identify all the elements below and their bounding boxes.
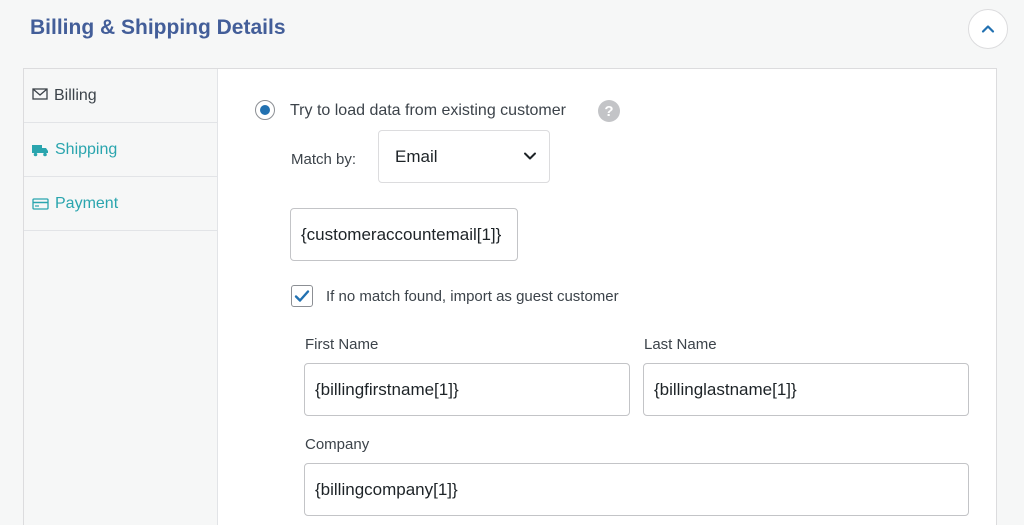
section-title: Billing & Shipping Details xyxy=(30,16,286,39)
sidebar-item-shipping[interactable]: Shipping xyxy=(24,123,217,177)
first-name-label: First Name xyxy=(305,336,379,353)
help-icon[interactable]: ? xyxy=(598,100,620,122)
envelope-icon xyxy=(32,88,48,100)
chevron-down-icon xyxy=(524,152,536,160)
first-name-input[interactable]: {billingfirstname[1]} xyxy=(304,363,630,416)
company-input[interactable]: {billingcompany[1]} xyxy=(304,463,969,516)
import-guest-label: If no match found, import as guest custo… xyxy=(326,288,619,305)
match-by-select[interactable]: Email xyxy=(378,130,550,183)
company-label: Company xyxy=(305,436,370,453)
checkmark-icon xyxy=(294,290,310,302)
load-existing-label: Try to load data from existing customer xyxy=(290,102,566,119)
last-name-label: Last Name xyxy=(644,336,717,353)
sidebar-item-label: Billing xyxy=(54,87,97,104)
load-existing-radio[interactable] xyxy=(255,100,275,120)
truck-icon xyxy=(32,144,48,156)
sidebar-item-label: Payment xyxy=(55,194,119,212)
chevron-up-icon xyxy=(981,25,995,33)
collapse-button[interactable] xyxy=(968,9,1008,49)
sidebar-item-label: Shipping xyxy=(55,140,118,158)
last-name-input[interactable]: {billinglastname[1]} xyxy=(643,363,969,416)
details-panel: Billing Shipping Payment Try to load dat… xyxy=(23,68,997,525)
import-guest-checkbox[interactable] xyxy=(291,285,313,307)
email-match-input[interactable]: {customeraccountemail[1]} xyxy=(290,208,518,261)
sidebar: Billing Shipping Payment xyxy=(24,69,218,525)
sidebar-item-billing[interactable]: Billing xyxy=(24,69,217,123)
sidebar-item-payment[interactable]: Payment xyxy=(24,177,217,231)
form-content: Try to load data from existing customer … xyxy=(218,69,996,525)
radio-selected-dot xyxy=(260,105,270,115)
credit-card-icon xyxy=(32,197,49,210)
match-by-label: Match by: xyxy=(291,151,357,168)
match-by-value: Email xyxy=(395,146,438,166)
